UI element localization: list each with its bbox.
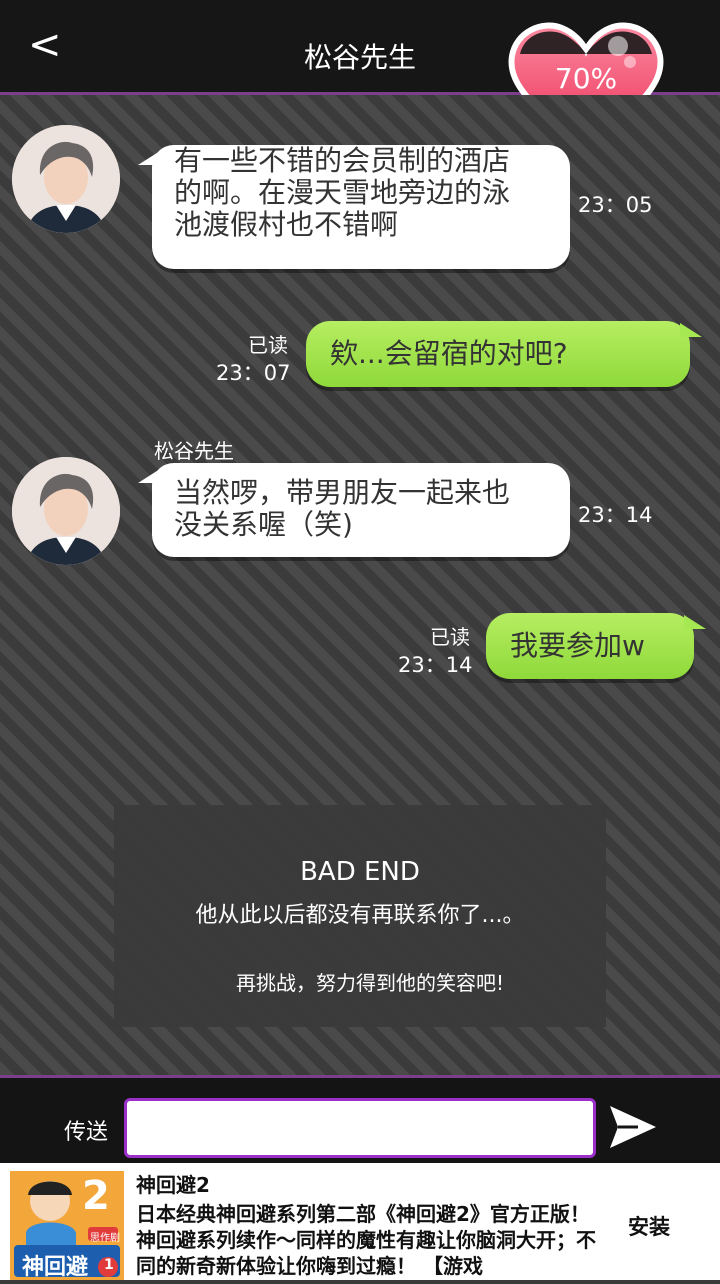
chat-area[interactable]: 有一些不错的会员制的酒店 的啊。在漫天雪地旁边的泳 池渡假村也不错啊 23：05… [0, 95, 720, 1075]
sender-name: 松谷先生 [154, 439, 234, 463]
message-line: 有一些不错的会员制的酒店 [174, 144, 511, 177]
message-bubble-outgoing: 我要参加w [486, 613, 706, 679]
message-time: 23：07 [216, 361, 291, 385]
avatar[interactable] [12, 457, 120, 565]
message-line: 的啊。在漫天雪地旁边的泳 [174, 176, 511, 209]
ending-title: BAD END [300, 857, 420, 887]
avatar-image [12, 125, 120, 233]
ending-message: 他从此以后都没有再联系你了...。 [195, 903, 525, 928]
ending-panel: BAD END 他从此以后都没有再联系你了...。 再挑战，努力得到他的笑容吧! [114, 805, 606, 1027]
message-line: 当然啰，带男朋友一起来也 [174, 476, 511, 509]
retry-link[interactable]: 再挑战，努力得到他的笑容吧! [114, 967, 606, 996]
message-time: 23：05 [578, 193, 653, 217]
ad-app-icon[interactable]: 2 思作剧 神回避 1 [10, 1171, 124, 1280]
affection-percent: 70% [554, 62, 618, 95]
message-text: 我要参加w [510, 629, 645, 662]
message-bubble-incoming: 有一些不错的会员制的酒店 的啊。在漫天雪地旁边的泳 池渡假村也不错啊 [138, 144, 570, 269]
message-bubble-outgoing: 欸...会留宿的对吧? [306, 321, 702, 387]
ad-logo-text: 神回避 [22, 1255, 89, 1280]
message-line: 没关系喔（笑) [174, 508, 353, 541]
ad-app-name[interactable]: 神回避2 [136, 1169, 210, 1198]
avatar[interactable] [12, 125, 120, 233]
ad-logo-tag: 思作剧 [90, 1233, 120, 1244]
send-arrow-icon [610, 1106, 656, 1148]
message-input-bar: 传送 [0, 1075, 720, 1166]
read-receipt: 已读 [430, 625, 470, 649]
message-input[interactable] [124, 1098, 596, 1158]
message-time: 23：14 [578, 503, 653, 527]
ad-install-button[interactable]: 安装 [628, 1211, 708, 1241]
message-bubble-incoming: 当然啰，带男朋友一起来也 没关系喔（笑) [138, 463, 570, 557]
ad-banner[interactable]: 2 思作剧 神回避 1 神回避2 日本经典神回避系列第二部《神回避2》官方正版！… [0, 1163, 720, 1280]
avatar-image [12, 457, 120, 565]
send-button[interactable] [608, 1104, 658, 1150]
message-text: 欸...会留宿的对吧? [330, 337, 568, 370]
message-line: 池渡假村也不错啊 [174, 208, 399, 241]
ad-logo-badge: 1 [104, 1257, 114, 1273]
send-label: 传送 [64, 1120, 109, 1145]
ad-logo-number: 2 [82, 1173, 110, 1219]
read-receipt: 已读 [248, 333, 288, 357]
ad-description[interactable]: 日本经典神回避系列第二部《神回避2》官方正版！ 神回避系列续作～同样的魔性有趣让… [136, 1201, 608, 1279]
message-time: 23：14 [398, 653, 473, 677]
